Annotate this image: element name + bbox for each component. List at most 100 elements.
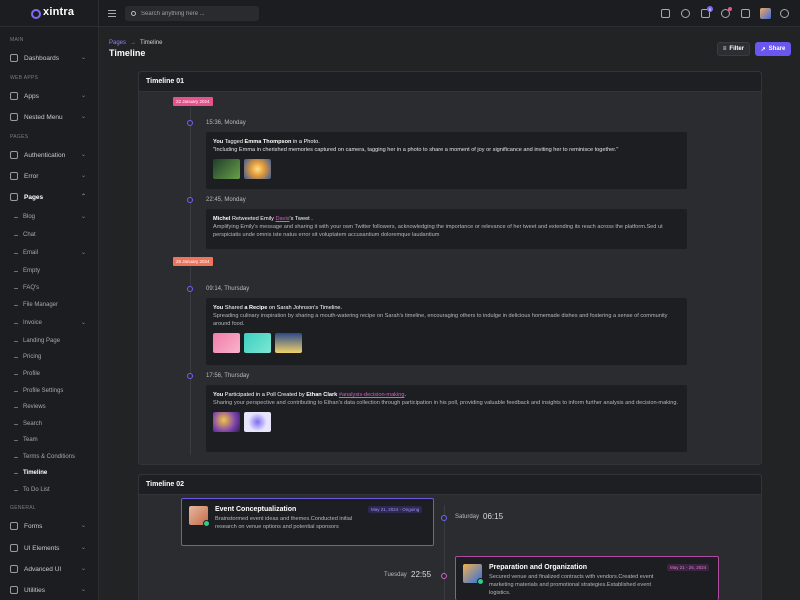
chevron-down-icon: ⌄	[80, 587, 86, 593]
photo-thumbnail[interactable]	[275, 333, 302, 353]
sidebar-item-pages[interactable]: Pages ⌃	[10, 190, 90, 204]
avatar	[189, 506, 210, 527]
entry-heading: Michel Retweeted Emily Davis's Tweet .	[213, 216, 313, 222]
notification-dot	[728, 7, 732, 11]
event-title: Event Conceptualization	[215, 506, 297, 513]
sidebar-sub-blog[interactable]: Blog ⌄	[14, 211, 90, 223]
status-badge: May 21, 2024 - Ongoing	[368, 506, 423, 513]
photo-thumbnail[interactable]	[244, 412, 271, 432]
chevron-down-icon: ⌄	[80, 114, 86, 120]
chevron-down-icon: ⌄	[80, 173, 86, 179]
timeline-dot	[187, 120, 193, 126]
sidebar-item-forms[interactable]: Forms ⌄	[10, 519, 90, 533]
sidebar-item-utilities[interactable]: Utilities ⌄	[10, 583, 90, 597]
photo-thumbnails	[213, 333, 680, 353]
sidebar-sub-terms[interactable]: Terms & Conditions	[14, 451, 90, 463]
sidebar-sub-todo[interactable]: To Do List	[14, 484, 90, 496]
sidebar-sub-file-manager[interactable]: File Manager	[14, 299, 90, 311]
photo-thumbnails	[213, 412, 680, 432]
home-icon	[10, 54, 18, 62]
box-icon	[10, 544, 18, 552]
sidebar-item-error[interactable]: Error ⌄	[10, 169, 90, 183]
event-card[interactable]: Event Conceptualization Brainstormed eve…	[181, 498, 434, 546]
entry-time: 15:36, Monday	[206, 120, 246, 126]
sidebar-item-dashboards[interactable]: Dashboards ⌄	[10, 51, 90, 65]
sidebar-sub-pricing[interactable]: Pricing	[14, 351, 90, 363]
sidebar-sub-email[interactable]: Email ⌄	[14, 247, 90, 259]
event-card[interactable]: Preparation and Organization Secured ven…	[455, 556, 719, 600]
timeline-01-title: Timeline 01	[139, 72, 761, 92]
entry-heading: You Shared a Recipe on Sarah Johnson's T…	[213, 305, 343, 311]
chevron-down-icon: ⌄	[80, 566, 86, 572]
chevron-down-icon: ⌄	[80, 250, 86, 256]
photo-thumbnail[interactable]	[213, 159, 240, 179]
lock-icon	[10, 151, 18, 159]
sidebar-item-ui-elements[interactable]: UI Elements ⌄	[10, 541, 90, 555]
sidebar-sub-team[interactable]: Team	[14, 434, 90, 446]
timeline-dot	[187, 286, 193, 292]
language-icon[interactable]	[661, 9, 670, 18]
theme-toggle-icon[interactable]	[681, 9, 690, 18]
cart-count-badge: 5	[707, 6, 713, 12]
sidebar-sub-invoice[interactable]: Invoice ⌄	[14, 317, 90, 329]
settings-gear-icon[interactable]	[780, 9, 789, 18]
user-avatar[interactable]	[760, 8, 771, 19]
event-description: Brainstormed event ideas and themes.Cond…	[215, 516, 353, 530]
search-input[interactable]	[141, 10, 251, 17]
event-title: Preparation and Organization	[489, 564, 588, 571]
event-day: Saturday	[455, 514, 480, 520]
menu-toggle-icon[interactable]	[108, 10, 116, 17]
photo-thumbnail[interactable]	[213, 412, 240, 432]
logo[interactable]: xintra	[0, 0, 98, 27]
breadcrumb: Pages → Timeline	[109, 40, 162, 46]
search-box[interactable]	[125, 6, 259, 21]
section-web-apps: WEB APPS	[10, 75, 39, 81]
photo-thumbnail[interactable]	[244, 333, 271, 353]
sidebar-sub-landing-page[interactable]: Landing Page	[14, 335, 90, 347]
event-time: 22:55	[411, 570, 432, 579]
entry-heading: You Participated in a Poll Created by Et…	[213, 392, 407, 398]
entry-time: 22:45, Monday	[206, 197, 246, 203]
sidebar-sub-chat[interactable]: Chat	[14, 229, 90, 241]
sidebar-item-nested-menu[interactable]: Nested Menu ⌄	[10, 110, 90, 124]
photo-thumbnails	[213, 159, 680, 179]
chevron-up-icon: ⌃	[80, 194, 86, 200]
sidebar-item-apps[interactable]: Apps ⌄	[10, 89, 90, 103]
section-main: MAIN	[10, 37, 24, 43]
event-day: Tuesday	[384, 572, 407, 578]
share-button[interactable]: ↗ Share	[755, 42, 791, 56]
timeline-entry: Michel Retweeted Emily Davis's Tweet . A…	[206, 209, 687, 249]
sidebar-sub-timeline[interactable]: Timeline	[14, 467, 90, 479]
sidebar-sub-faqs[interactable]: FAQ's	[14, 282, 90, 294]
sidebar-sub-profile-settings[interactable]: Profile Settings	[14, 385, 90, 397]
layers-icon	[10, 113, 18, 121]
sidebar-sub-profile[interactable]: Profile	[14, 368, 90, 380]
fullscreen-icon[interactable]	[741, 9, 750, 18]
photo-thumbnail[interactable]	[213, 333, 240, 353]
stack-icon	[10, 565, 18, 573]
entry-body: Amplifying Emily's message and sharing i…	[213, 224, 663, 238]
chevron-down-icon: ⌄	[80, 55, 86, 61]
breadcrumb-pages-link[interactable]: Pages	[109, 40, 126, 46]
notification-icon[interactable]	[721, 7, 732, 18]
timeline-entry: You Shared a Recipe on Sarah Johnson's T…	[206, 298, 687, 365]
photo-thumbnail[interactable]	[244, 159, 271, 179]
sidebar-sub-reviews[interactable]: Reviews	[14, 401, 90, 413]
filter-button[interactable]: ≡ Filter	[717, 42, 750, 56]
sidebar: xintra MAIN Dashboards ⌄ WEB APPS Apps ⌄…	[0, 0, 99, 600]
event-description: Secured venue and finalized contracts wi…	[489, 574, 654, 596]
sidebar-item-authentication[interactable]: Authentication ⌄	[10, 148, 90, 162]
timeline-dot	[441, 573, 447, 579]
sidebar-item-advanced-ui[interactable]: Advanced UI ⌄	[10, 562, 90, 576]
apps-icon	[10, 92, 18, 100]
sidebar-sub-empty[interactable]: Empty	[14, 265, 90, 277]
filter-icon: ≡	[722, 46, 727, 52]
chevron-down-icon: ⌄	[80, 214, 86, 220]
sidebar-sub-search[interactable]: Search	[14, 418, 90, 430]
form-icon	[10, 522, 18, 530]
entry-body: Spreading culinary inspiration by sharin…	[213, 313, 668, 327]
timeline-dot	[441, 515, 447, 521]
entry-body: "Including Emma in cherished memories ca…	[213, 147, 619, 153]
file-icon	[10, 193, 18, 201]
cart-icon[interactable]: 5	[701, 6, 713, 18]
